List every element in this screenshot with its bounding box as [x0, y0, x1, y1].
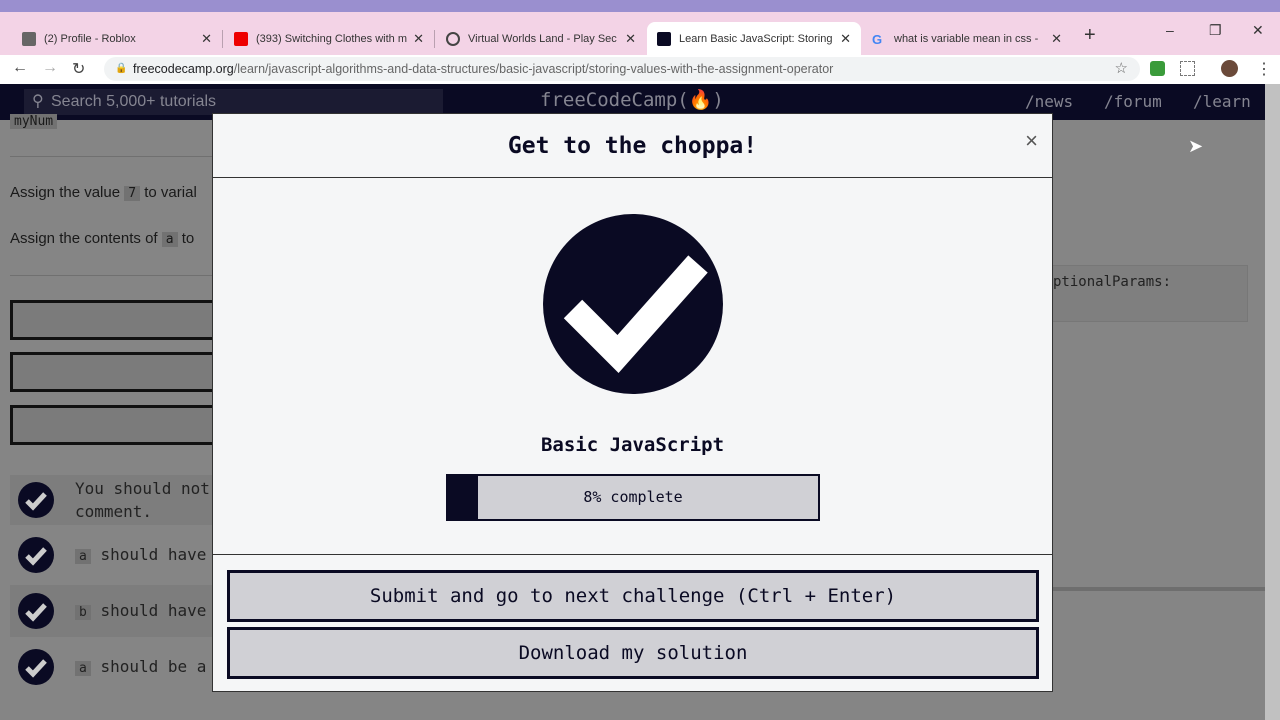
submit-next-challenge-button[interactable]: Submit and go to next challenge (Ctrl + … [227, 570, 1039, 622]
close-icon[interactable]: × [1025, 128, 1038, 154]
search-input[interactable]: ⚲ Search 5,000+ tutorials [24, 89, 443, 115]
help-button[interactable] [10, 405, 230, 445]
window-top-band [0, 0, 1280, 12]
search-placeholder: Search 5,000+ tutorials [51, 93, 216, 110]
test-result: a should be a [10, 642, 230, 692]
completion-modal: Get to the choppa! × Basic JavaScript 8%… [212, 113, 1053, 692]
check-icon [18, 593, 54, 629]
google-icon: G [872, 31, 883, 47]
modal-header: Get to the choppa! [213, 114, 1052, 178]
url-input[interactable]: 🔒 freecodecamp.org/learn/javascript-algor… [104, 57, 1140, 81]
tab-title: what is variable mean in css - [894, 32, 1039, 45]
forward-icon[interactable]: → [42, 59, 58, 77]
new-tab-button[interactable]: + [1084, 24, 1096, 47]
mouse-cursor-icon: ➤ [1188, 136, 1204, 156]
tab-youtube[interactable]: (393) Switching Clothes with m ✕ [224, 22, 434, 55]
close-tab-icon[interactable]: ✕ [840, 31, 851, 47]
check-icon [18, 482, 54, 518]
instruction-1: Assign the value 7 to varial [10, 184, 197, 201]
test-result: b should have [10, 585, 230, 637]
fcc-logo[interactable]: freeCodeCamp(🔥) [540, 88, 724, 111]
screenshot-extension-icon[interactable] [1180, 61, 1195, 76]
modal-title: Get to the choppa! [507, 133, 758, 159]
close-tab-icon[interactable]: ✕ [625, 31, 636, 47]
tab-strip: (2) Profile - Roblox ✕ (393) Switching Cl… [0, 12, 1280, 55]
tab-title: (393) Switching Clothes with m [256, 32, 408, 45]
tab-title: (2) Profile - Roblox [44, 32, 136, 45]
tab-title: Virtual Worlds Land - Play Sec [468, 32, 617, 45]
check-icon [18, 649, 54, 685]
reset-button[interactable] [10, 352, 230, 392]
nav-forum[interactable]: /forum [1104, 92, 1162, 111]
profile-avatar[interactable] [1221, 60, 1238, 77]
extension-icon[interactable] [1150, 61, 1165, 76]
pane-divider[interactable] [1040, 587, 1265, 591]
check-icon [18, 537, 54, 573]
nav-learn[interactable]: /learn [1193, 92, 1251, 111]
back-icon[interactable]: ← [12, 59, 28, 77]
url-path: /learn/javascript-algorithms-and-data-st… [233, 62, 834, 76]
close-window-button[interactable]: ✕ [1252, 22, 1264, 39]
lock-icon: 🔒 [115, 63, 128, 74]
minimize-button[interactable]: – [1166, 22, 1174, 38]
freecodecamp-icon [657, 31, 671, 46]
tab-roblox[interactable]: (2) Profile - Roblox ✕ [12, 22, 222, 55]
tab-google[interactable]: Gwhat is variable mean in css - ✕ [862, 22, 1072, 55]
instruction-2: Assign the contents of a to [10, 230, 195, 247]
test-result: a should have [10, 530, 230, 580]
editor-snippet: ptionalParams: [1040, 265, 1248, 322]
inline-code: myNum [10, 114, 58, 129]
progress-bar: 8% complete [446, 474, 820, 521]
star-icon[interactable]: ☆ [1115, 57, 1128, 81]
youtube-icon [234, 31, 248, 46]
success-check-icon [543, 214, 723, 394]
tab-title: Learn Basic JavaScript: Storing [679, 32, 833, 45]
close-tab-icon[interactable]: ✕ [413, 31, 424, 47]
test-result: You should not comment. [10, 475, 230, 525]
game-icon [446, 31, 460, 46]
certification-name: Basic JavaScript [540, 434, 725, 456]
nav-news[interactable]: /news [1025, 92, 1073, 111]
menu-icon[interactable]: ⋮ [1256, 59, 1272, 79]
tab-separator [434, 30, 435, 48]
run-tests-button[interactable] [10, 300, 230, 340]
close-tab-icon[interactable]: ✕ [1051, 31, 1062, 47]
roblox-icon [22, 31, 36, 46]
tab-freecodecamp[interactable]: Learn Basic JavaScript: Storing ✕ [647, 22, 861, 55]
progress-label: 8% complete [583, 488, 683, 506]
address-bar-row: ← → ↻ 🔒 freecodecamp.org/learn/javascript… [0, 55, 1280, 84]
download-solution-button[interactable]: Download my solution [227, 627, 1039, 679]
tab-separator [222, 30, 223, 48]
divider [213, 554, 1052, 555]
tab-virtual-worlds[interactable]: Virtual Worlds Land - Play Sec ✕ [436, 22, 646, 55]
scrollbar[interactable] [1265, 84, 1280, 720]
url-domain: freecodecamp.org [133, 62, 234, 76]
reload-icon[interactable]: ↻ [72, 59, 85, 79]
restore-button[interactable]: ❐ [1209, 22, 1222, 39]
close-tab-icon[interactable]: ✕ [201, 31, 212, 47]
